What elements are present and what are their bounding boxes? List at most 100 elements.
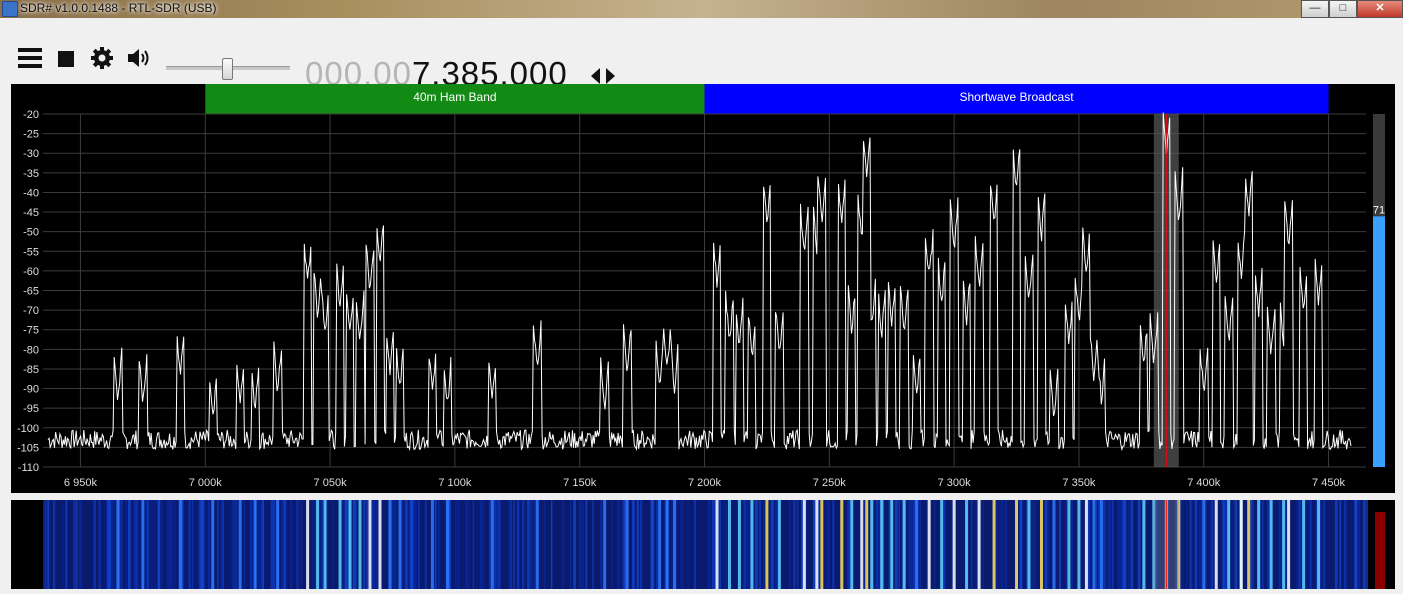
y-tick-label: -70 xyxy=(23,305,39,317)
waterfall-streak xyxy=(297,500,300,589)
stop-icon[interactable] xyxy=(58,51,74,67)
waterfall-streak xyxy=(1199,500,1202,589)
waterfall-streak xyxy=(687,500,690,589)
waterfall-streak xyxy=(639,500,643,589)
waterfall-streak xyxy=(543,500,546,589)
waterfall-streak xyxy=(1121,500,1125,589)
waterfall-streak xyxy=(499,500,501,589)
waterfall-streak xyxy=(632,500,635,589)
panel-separator[interactable] xyxy=(0,493,1403,500)
spectrum-panel[interactable]: 40m Ham Band Shortwave Broadcast -20 -25 -30… xyxy=(11,84,1395,493)
waterfall-streak xyxy=(371,500,375,589)
waterfall-streak xyxy=(417,500,420,589)
waterfall-streak xyxy=(707,500,711,589)
toolbar: 000.007.385.000 xyxy=(0,18,1403,92)
waterfall-streak xyxy=(951,500,953,589)
waterfall-streak xyxy=(573,500,577,589)
waterfall-streak xyxy=(1278,500,1281,589)
waterfall-streak xyxy=(617,500,620,589)
frequency-step-arrows-icon[interactable] xyxy=(589,66,617,86)
waterfall-streak xyxy=(1296,500,1298,589)
volume-slider[interactable] xyxy=(166,58,290,80)
level-bar-fill xyxy=(1373,216,1385,467)
waterfall-signal xyxy=(1247,500,1251,589)
waterfall-streak xyxy=(1298,500,1302,589)
waterfall-signal xyxy=(1282,500,1286,589)
waterfall-streak xyxy=(982,500,984,589)
minimize-button[interactable]: — xyxy=(1301,0,1329,18)
y-tick-label: -95 xyxy=(23,403,39,415)
waterfall-streak xyxy=(775,500,778,589)
app-icon xyxy=(2,1,18,17)
waterfall-signal xyxy=(1099,500,1103,589)
menu-icon[interactable] xyxy=(18,48,42,68)
waterfall-streak xyxy=(407,500,409,589)
waterfall-streak xyxy=(257,500,260,589)
waterfall-streak xyxy=(1031,500,1035,589)
speaker-icon[interactable] xyxy=(126,46,152,70)
waterfall-streak xyxy=(1280,500,1282,589)
waterfall-signal xyxy=(358,500,362,589)
waterfall-streak xyxy=(1035,500,1037,589)
waterfall-streak xyxy=(475,500,478,589)
gear-icon[interactable] xyxy=(90,46,114,70)
waterfall-streak xyxy=(229,500,232,589)
waterfall-signal xyxy=(323,500,327,589)
waterfall-streak xyxy=(125,500,128,589)
waterfall-streak xyxy=(1224,500,1228,589)
maximize-button[interactable]: □ xyxy=(1329,0,1357,18)
waterfall-streak xyxy=(910,500,913,589)
waterfall-signal xyxy=(870,500,874,589)
waterfall-signal xyxy=(253,500,257,589)
waterfall-streak xyxy=(578,500,582,589)
waterfall-streak xyxy=(1004,500,1008,589)
waterfall-signal xyxy=(316,500,320,589)
waterfall-signal xyxy=(490,500,494,589)
waterfall-signal xyxy=(378,500,382,589)
waterfall-streak xyxy=(651,500,654,589)
waterfall-streak xyxy=(262,500,265,589)
waterfall-streak xyxy=(493,500,497,589)
waterfall-streak xyxy=(128,500,131,589)
waterfall-streak xyxy=(280,500,284,589)
waterfall-panel[interactable] xyxy=(11,500,1395,589)
waterfall-streak xyxy=(54,500,57,589)
waterfall-streak xyxy=(188,500,191,589)
waterfall-signal xyxy=(1039,500,1043,589)
waterfall-contrast-bar xyxy=(1375,512,1385,589)
waterfall-streak xyxy=(1262,500,1264,589)
waterfall-signal xyxy=(1227,500,1231,589)
waterfall-streak xyxy=(65,500,68,589)
waterfall-streak xyxy=(530,500,532,589)
spectrum-chart[interactable]: 40m Ham Band Shortwave Broadcast -20 -25 -30… xyxy=(11,84,1395,493)
y-tick-label: -25 xyxy=(23,129,39,141)
waterfall-streak xyxy=(250,500,252,589)
waterfall-streak xyxy=(812,500,816,589)
waterfall-signal xyxy=(815,500,819,589)
waterfall-signal xyxy=(880,500,884,589)
waterfall-display xyxy=(43,500,1385,589)
waterfall-signal xyxy=(398,500,402,589)
waterfall-streak xyxy=(1044,500,1048,589)
waterfall-streak xyxy=(693,500,697,589)
waterfall-streak xyxy=(355,500,357,589)
close-button[interactable]: ✕ xyxy=(1357,0,1403,18)
waterfall-streak xyxy=(289,500,293,589)
waterfall-streak xyxy=(824,500,827,589)
waterfall-signal xyxy=(141,500,145,589)
waterfall-signal xyxy=(890,500,894,589)
waterfall-signal xyxy=(977,500,981,589)
waterfall-streak xyxy=(1106,500,1109,589)
waterfall-streak xyxy=(1019,500,1022,589)
waterfall-signal xyxy=(306,500,310,589)
waterfall-streak xyxy=(73,500,77,589)
waterfall-streak xyxy=(311,500,314,589)
waterfall-streak xyxy=(332,500,334,589)
waterfall-streak xyxy=(1109,500,1111,589)
waterfall-streak xyxy=(424,500,427,589)
waterfall-streak xyxy=(342,500,344,589)
volume-thumb[interactable] xyxy=(222,58,233,80)
y-tick-label: -50 xyxy=(23,227,39,239)
waterfall-streak xyxy=(1365,500,1369,589)
waterfall-streak xyxy=(1021,500,1023,589)
